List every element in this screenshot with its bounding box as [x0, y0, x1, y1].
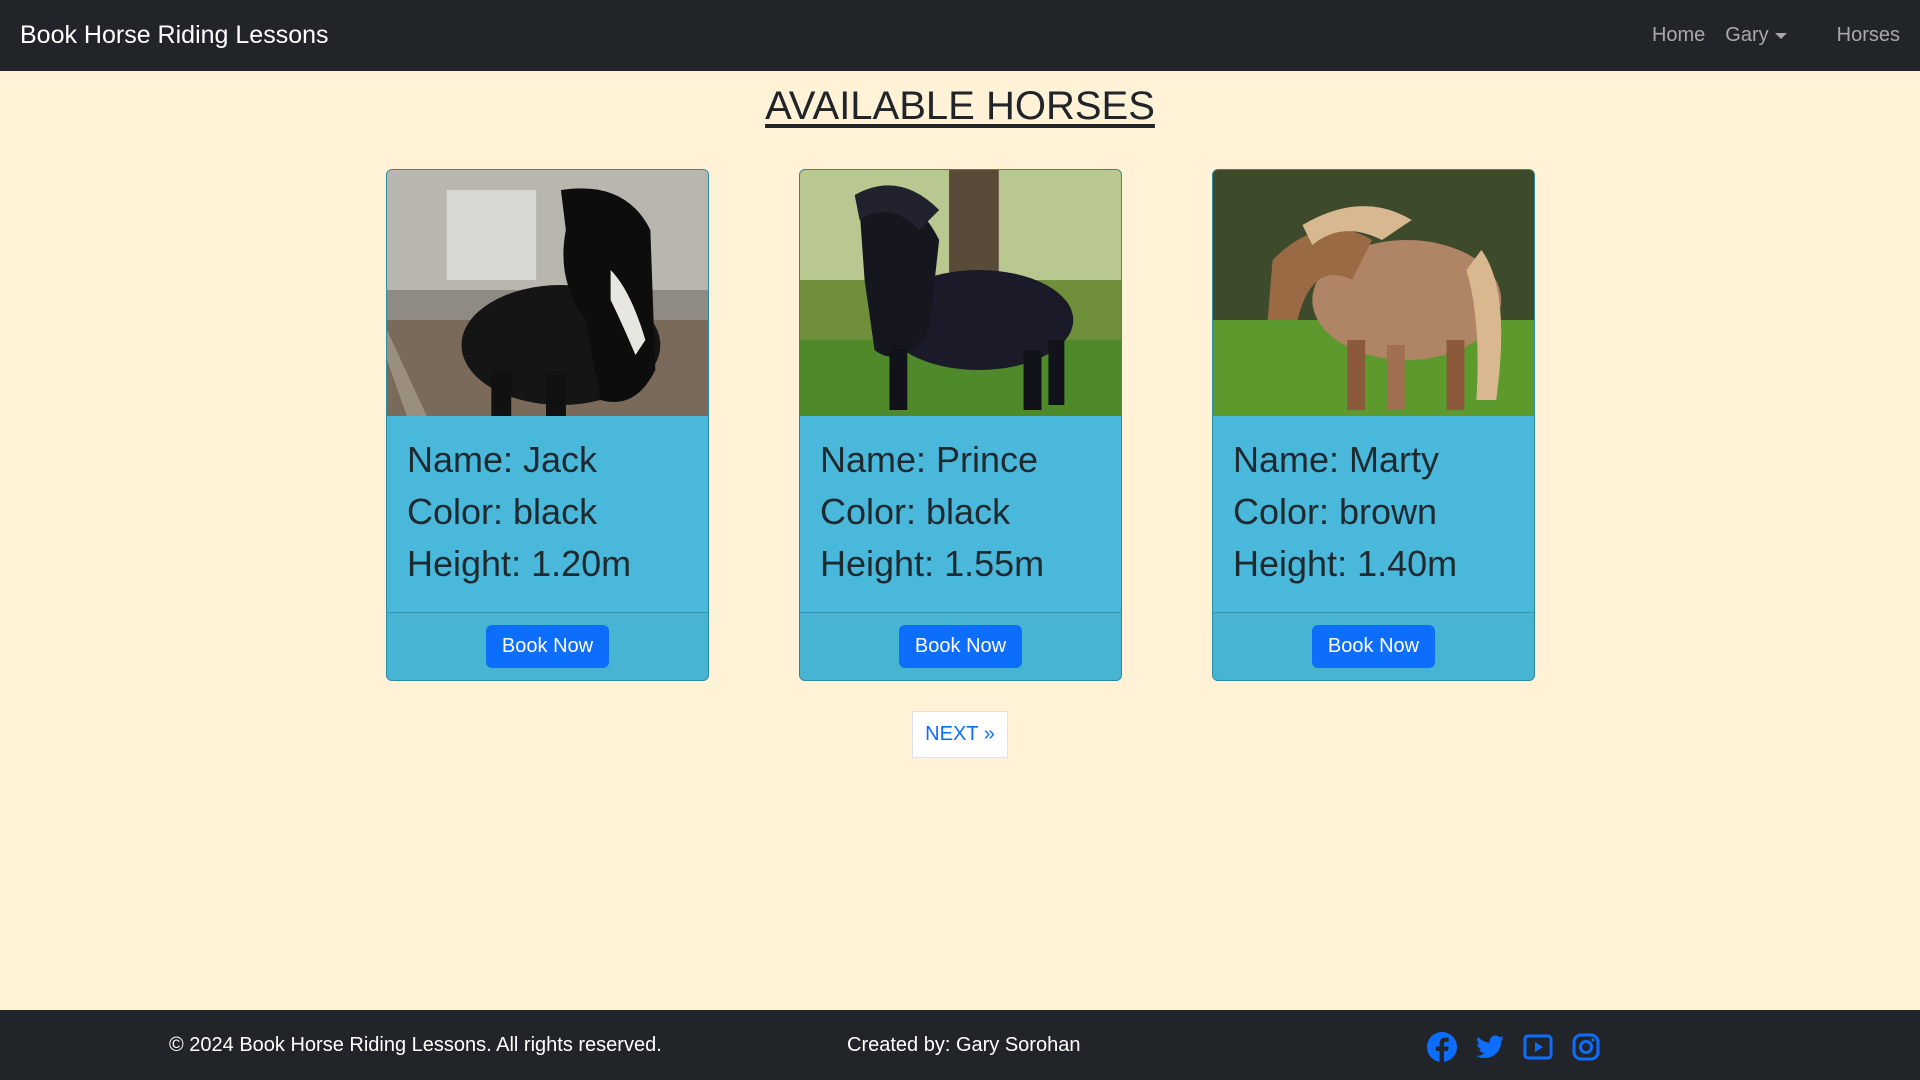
card-footer: Book Now [387, 612, 708, 680]
horse-name: Name: Jack [407, 439, 598, 480]
horse-card-list: Name: Jack Color: black Height: 1.20m Bo… [386, 169, 1535, 681]
next-page-button[interactable]: NEXT » [912, 711, 1008, 758]
instagram-icon[interactable] [1570, 1031, 1602, 1063]
horse-height: Height: 1.55m [820, 543, 1045, 584]
brand-link[interactable]: Book Horse Riding Lessons [20, 21, 329, 50]
horse-height: Height: 1.40m [1233, 543, 1458, 584]
horse-name: Name: Marty [1233, 439, 1440, 480]
navbar: Book Horse Riding Lessons Home Gary Hors… [0, 0, 1920, 71]
horse-name: Name: Prince [820, 439, 1039, 480]
social-links [1426, 1031, 1602, 1063]
horse-photo [1213, 170, 1534, 416]
horse-photo [800, 170, 1121, 416]
caret-down-icon [1774, 32, 1787, 39]
book-now-button[interactable]: Book Now [1311, 625, 1436, 668]
horse-details: Name: Marty Color: brown Height: 1.40m [1213, 416, 1534, 612]
twitter-icon[interactable] [1474, 1031, 1506, 1063]
horse-card: Name: Prince Color: black Height: 1.55m … [799, 169, 1122, 681]
horse-details: Name: Jack Color: black Height: 1.20m [387, 416, 708, 612]
card-footer: Book Now [800, 612, 1121, 680]
user-dropdown[interactable]: Gary [1725, 24, 1787, 47]
user-dropdown-label: Gary [1725, 24, 1769, 46]
book-now-button[interactable]: Book Now [898, 625, 1023, 668]
horse-photo [387, 170, 708, 416]
page-title: AVAILABLE HORSES [765, 84, 1155, 128]
book-now-button[interactable]: Book Now [485, 625, 610, 668]
nav-home-link[interactable]: Home [1652, 24, 1705, 47]
youtube-icon[interactable] [1522, 1031, 1554, 1063]
horse-color: Color: black [407, 491, 598, 532]
horse-color: Color: black [820, 491, 1011, 532]
footer: © 2024 Book Horse Riding Lessons. All ri… [0, 1010, 1920, 1080]
horse-card: Name: Jack Color: black Height: 1.20m Bo… [386, 169, 709, 681]
facebook-icon[interactable] [1426, 1031, 1458, 1063]
horse-color: Color: brown [1233, 491, 1438, 532]
copyright-text: © 2024 Book Horse Riding Lessons. All ri… [169, 1034, 662, 1056]
horse-details: Name: Prince Color: black Height: 1.55m [800, 416, 1121, 612]
horse-card: Name: Marty Color: brown Height: 1.40m B… [1212, 169, 1535, 681]
card-footer: Book Now [1213, 612, 1534, 680]
nav-horses-link[interactable]: Horses [1837, 24, 1900, 47]
creator-text: Created by: Gary Sorohan [847, 1034, 1081, 1056]
nav-links: Home Gary Horses [1632, 24, 1900, 47]
horse-height: Height: 1.20m [407, 543, 632, 584]
